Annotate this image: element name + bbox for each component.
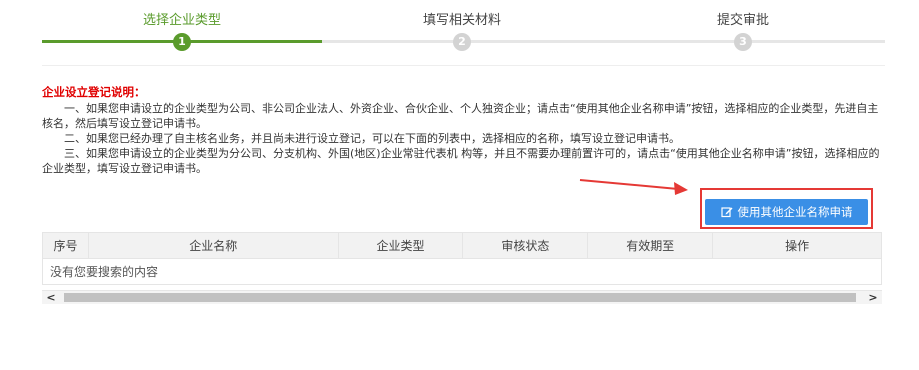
company-name-table: 序号 企业名称 企业类型 审核状态 有效期至 操作 没有您要搜索的内容 [42, 232, 882, 285]
scroll-right-button[interactable]: > [864, 291, 882, 304]
horizontal-scrollbar[interactable]: < > [42, 290, 882, 304]
column-header-valid-until: 有效期至 [587, 232, 714, 259]
step-3-indicator: 3 [734, 33, 752, 51]
edit-icon [720, 206, 733, 218]
step-1-label: 选择企业类型 [142, 13, 222, 28]
step-1-indicator: 1 [173, 33, 191, 51]
use-other-company-name-button[interactable]: 使用其他企业名称申请 [705, 199, 868, 225]
step-3-label: 提交审批 [716, 13, 770, 28]
step-track-pending [322, 40, 885, 43]
progress-stepper: 选择企业类型 填写相关材料 提交审批 1 2 3 [0, 0, 919, 70]
scroll-left-button[interactable]: < [42, 291, 60, 304]
column-header-review-status: 审核状态 [462, 232, 589, 259]
column-header-company-type: 企业类型 [337, 232, 464, 259]
column-header-index: 序号 [42, 232, 89, 259]
scrollbar-thumb[interactable] [64, 293, 856, 302]
use-other-company-name-label: 使用其他企业名称申请 [737, 205, 853, 219]
note-item-1: 一、如果您申请设立的企业类型为公司、非公司企业法人、外资企业、合伙企业、个人独资… [42, 102, 879, 130]
empty-state-text: 没有您要搜索的内容 [42, 258, 882, 285]
step-2-indicator: 2 [453, 33, 471, 51]
column-header-actions: 操作 [712, 232, 882, 259]
note-item-2: 二、如果您已经办理了自主核名业务，并且尚未进行设立登记，可以在下面的列表中，选择… [64, 132, 680, 145]
table-header-row: 序号 企业名称 企业类型 审核状态 有效期至 操作 [42, 232, 882, 259]
column-header-company-name: 企业名称 [87, 232, 339, 259]
table-row: 没有您要搜索的内容 [42, 258, 882, 285]
note-item-3: 三、如果您申请设立的企业类型为分公司、分支机构、外国(地区)企业常驻代表机 构等… [42, 147, 880, 175]
notes-title: 企业设立登记说明： [42, 85, 146, 99]
divider [42, 65, 885, 66]
red-arrow-icon [579, 179, 688, 195]
registration-notes: 企业设立登记说明： 一、如果您申请设立的企业类型为公司、非公司企业法人、外资企业… [42, 85, 885, 176]
step-2-label: 填写相关材料 [422, 13, 502, 28]
